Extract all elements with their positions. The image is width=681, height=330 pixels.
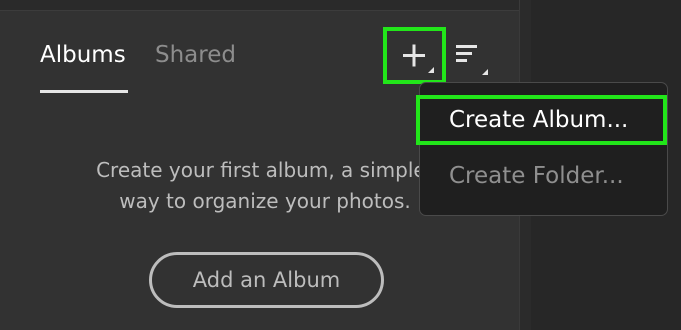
plus-icon <box>403 44 434 73</box>
active-tab-indicator <box>40 90 128 93</box>
empty-state-line-1: Create your first album, a simpler <box>96 158 434 182</box>
app-window: Albums Shared Create your first album, a… <box>0 0 681 330</box>
menu-item-create-folder[interactable]: Create Folder... <box>420 155 667 205</box>
tab-albums[interactable]: Albums <box>40 40 126 70</box>
add-button[interactable] <box>383 27 446 84</box>
panel-top-bar <box>0 0 520 11</box>
sort-lines-icon <box>456 45 488 75</box>
sort-button[interactable] <box>452 40 492 78</box>
empty-state-message: Create your first album, a simpler way t… <box>60 155 470 217</box>
tab-shared[interactable]: Shared <box>155 40 236 70</box>
menu-item-create-album[interactable]: Create Album... <box>416 95 667 145</box>
add-album-button[interactable]: Add an Album <box>149 252 384 308</box>
create-dropdown-menu: Create Album... Create Folder... <box>416 82 668 216</box>
empty-state-line-2: way to organize your photos. <box>119 189 411 213</box>
